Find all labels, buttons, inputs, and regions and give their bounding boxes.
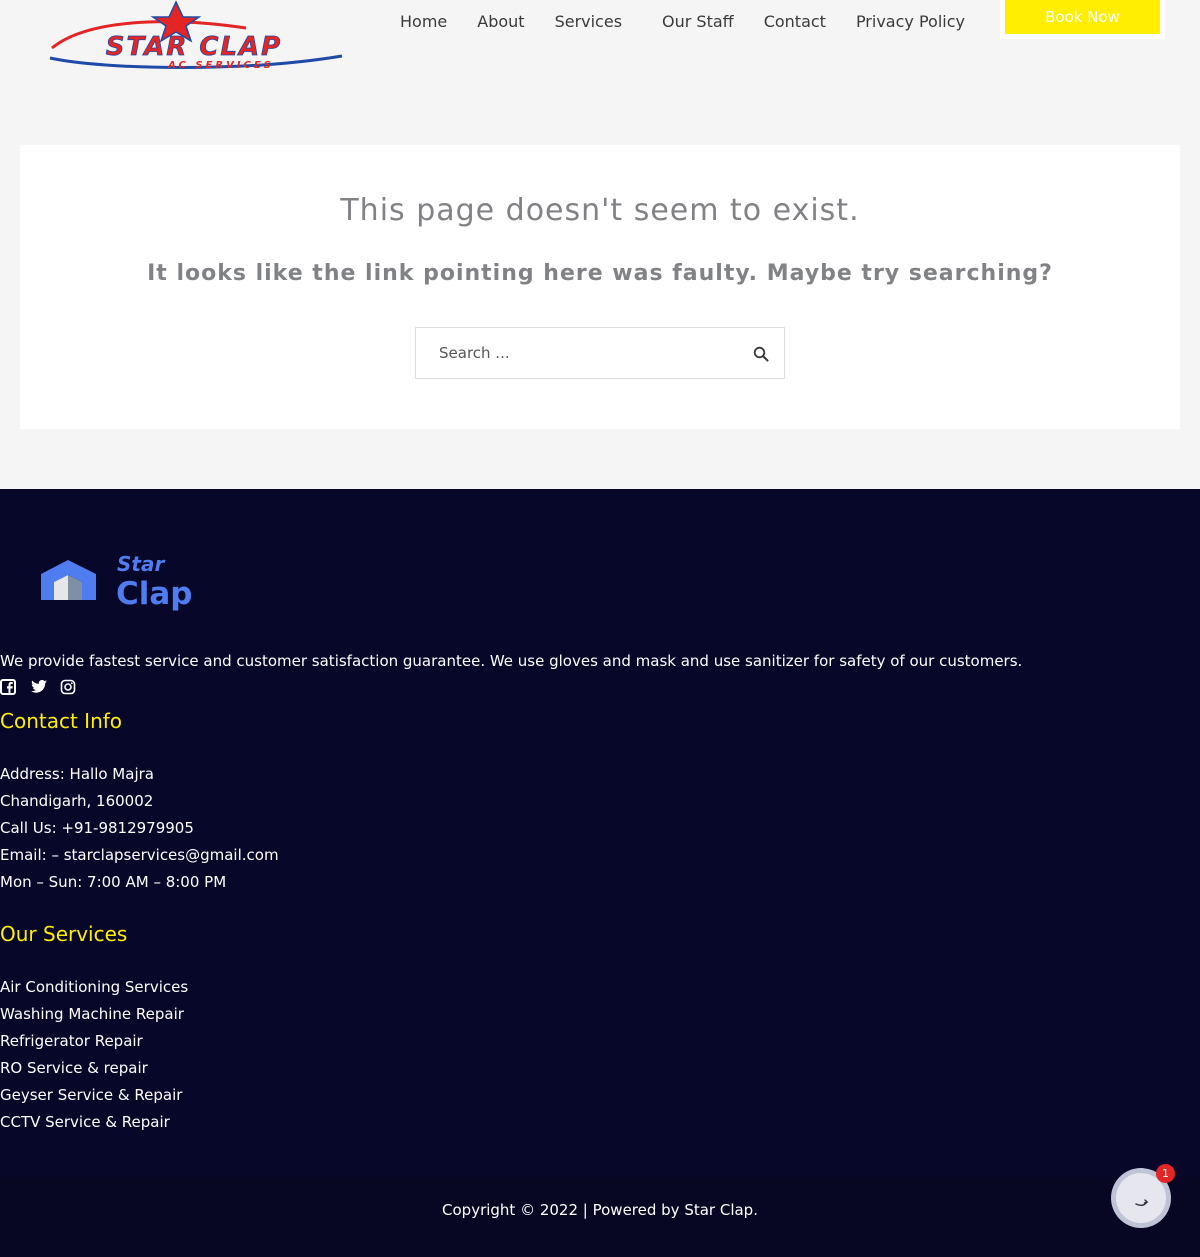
site-footer: Star Clap We provide fastest service and… [0,489,1200,1177]
services-list: Air Conditioning Services Washing Machin… [0,974,188,1136]
contact-address-line1: Address: Hallo Majra [0,765,154,783]
search-form [415,327,785,379]
nav-home[interactable]: Home [400,12,447,32]
page-title: This page doesn't seem to exist. [340,193,860,228]
footer-logo-word2: Clap [116,576,193,612]
contact-phone[interactable]: Call Us: +91-9812979905 [0,815,279,842]
logo-line2: AC SERVICES [167,60,274,71]
site-header: STAR CLAP AC SERVICES Home About Service… [0,0,1200,145]
main-nav: Home About Services Our Staff Contact Pr… [400,12,995,32]
footer-logo[interactable]: Star Clap [40,552,195,614]
footer-tagline: We provide fastest service and customer … [0,652,1023,670]
copyright-bar: Copyright © 2022 | Powered by Star Clap. [0,1177,1200,1257]
search-icon[interactable] [753,346,769,362]
chat-notification-badge: 1 [1156,1164,1175,1183]
service-link-geyser[interactable]: Geyser Service & Repair [0,1082,188,1109]
logo-line1: STAR CLAP [106,32,282,62]
not-found-card: This page doesn't seem to exist. It look… [20,145,1180,429]
nav-contact[interactable]: Contact [764,12,826,32]
book-now-wrapper: Book Now [1000,0,1165,39]
site-logo[interactable]: STAR CLAP AC SERVICES [46,0,346,76]
nav-services[interactable]: Services [555,12,622,32]
contact-email[interactable]: Email: – starclapservices@gmail.com [0,842,279,869]
footer-logo-graphic: Star Clap [41,552,193,612]
nav-about[interactable]: About [477,12,524,32]
nav-services-label: Services [554,12,623,31]
copyright-text: Copyright © 2022 | Powered by Star Clap. [442,1201,758,1219]
contact-hours: Mon – Sun: 7:00 AM – 8:00 PM [0,873,227,891]
footer-logo-word1: Star [117,552,165,576]
contact-address-line2: Chandigarh, 160002 [0,792,154,810]
our-services-heading: Our Services [0,922,128,946]
book-now-button[interactable]: Book Now [1005,0,1160,34]
service-link-ro[interactable]: RO Service & repair [0,1055,188,1082]
facebook-icon[interactable] [0,679,18,695]
search-input[interactable] [416,328,746,378]
service-link-ac[interactable]: Air Conditioning Services [0,974,188,1001]
star-clap-logo-graphic: STAR CLAP AC SERVICES [49,0,343,71]
service-link-refrigerator[interactable]: Refrigerator Repair [0,1028,188,1055]
service-link-washing-machine[interactable]: Washing Machine Repair [0,1001,188,1028]
page-subtitle: It looks like the link pointing here was… [147,261,1053,286]
contact-info-list: Address: Hallo Majra Chandigarh, 160002 … [0,761,279,896]
twitter-icon[interactable] [30,679,48,695]
nav-privacy-policy[interactable]: Privacy Policy [856,12,965,32]
social-links [0,679,90,695]
nav-our-staff[interactable]: Our Staff [662,12,734,32]
contact-info-heading: Contact Info [0,709,123,733]
service-link-cctv[interactable]: CCTV Service & Repair [0,1109,188,1136]
instagram-icon[interactable] [60,679,78,695]
